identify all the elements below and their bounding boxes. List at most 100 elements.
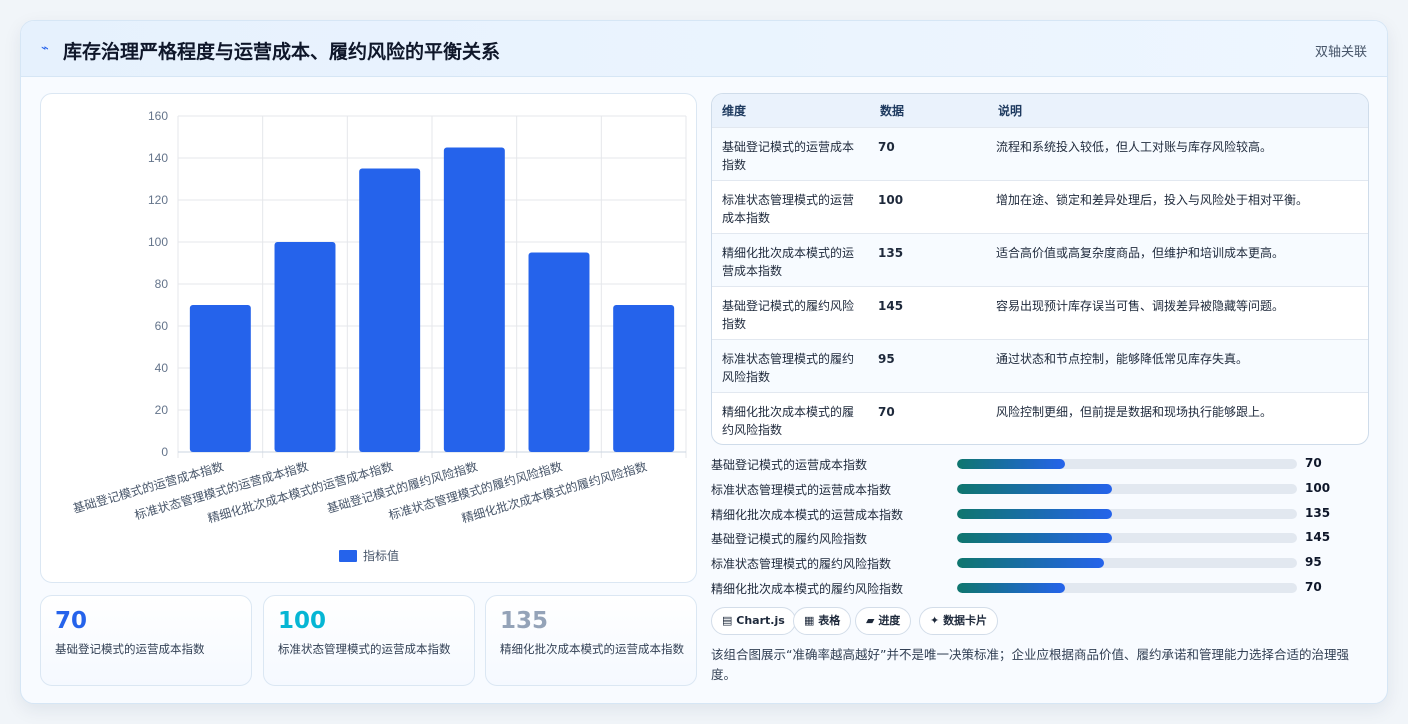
stat-label: 标准状态管理模式的运营成本指数	[278, 642, 451, 656]
progress-label: 基础登记模式的运营成本指数	[711, 458, 868, 472]
header-tag: 双轴关联	[1314, 45, 1367, 60]
trend-icon: ⌁	[41, 41, 49, 56]
progress-value: 100	[1305, 480, 1331, 495]
table-cell: 增加在途、锁定和差异处理后，投入与风险处于相对平衡。	[996, 192, 1309, 207]
table-cell: 标准状态管理模式的履约风险指数	[722, 351, 855, 384]
bar	[359, 168, 421, 452]
stat-card-3: 135 精细化批次成本模式的运营成本指数	[485, 595, 697, 686]
table-cell: 标准状态管理模式的运营成本指数	[722, 192, 855, 225]
progress-label: 标准状态管理模式的履约风险指数	[711, 557, 892, 572]
progress-fill	[957, 558, 1104, 569]
progress-row: 精细化批次成本模式的运营成本指数 135	[711, 503, 1371, 528]
stat-label: 精细化批次成本模式的运营成本指数	[500, 642, 684, 656]
y-tick-label: 140	[148, 151, 168, 165]
progress-value: 95	[1305, 555, 1322, 570]
data-table: 维度 数据 说明 基础登记模式的运营成本指数 70 流程和系统投入较低，但人工对…	[712, 94, 1368, 444]
table-cell: 容易出现预计库存误当可售、调拨差异被隐藏等问题。	[996, 298, 1285, 313]
stat-card-2: 100 标准状态管理模式的运营成本指数	[263, 595, 475, 686]
progress-fill	[957, 533, 1112, 544]
dashboard-card: ⌁ 库存治理严格程度与运营成本、履约风险的平衡关系 双轴关联 0 20 40 60 80…	[20, 20, 1388, 704]
table-cell: 风险控制更细，但前提是数据和现场执行能够跟上。	[996, 404, 1273, 419]
bar	[189, 305, 251, 452]
bar	[443, 147, 505, 452]
summary-note: 该组合图展示“准确率越高越好”并不是唯一决策标准；企业应根据商品价值、履约承诺和…	[711, 647, 1349, 682]
progress-track	[957, 582, 1297, 593]
progress-value: 70	[1305, 579, 1322, 594]
table-cell: 70	[878, 404, 895, 419]
progress-row: 精细化批次成本模式的履约风险指数 70	[711, 577, 1371, 602]
progress-icon: ▰	[866, 614, 875, 627]
table-row: 基础登记模式的运营成本指数 70 流程和系统投入较低，但人工对账与库存风险较高。	[712, 127, 1368, 180]
stat-card-1: 70 基础登记模式的运营成本指数	[40, 595, 252, 686]
chip-chartjs[interactable]: ▤ Chart.js	[711, 607, 796, 635]
progress-fill	[957, 483, 1112, 494]
column-header: 维度	[722, 103, 747, 118]
progress-row: 标准状态管理模式的履约风险指数 95	[711, 552, 1371, 577]
progress-fill	[957, 582, 1066, 593]
legend-label: 指标值	[363, 548, 399, 563]
progress-label: 基础登记模式的履约风险指数	[711, 532, 868, 547]
stat-label: 基础登记模式的运营成本指数	[55, 642, 205, 656]
table-row: 标准状态管理模式的运营成本指数 100 增加在途、锁定和差异处理后，投入与风险处…	[712, 180, 1368, 233]
y-tick-label: 0	[161, 445, 168, 459]
progress-fill	[957, 508, 1112, 519]
progress-value: 70	[1305, 456, 1322, 470]
progress-row: 标准状态管理模式的运营成本指数 100	[711, 478, 1371, 503]
progress-track	[957, 508, 1297, 519]
bar	[528, 252, 590, 452]
y-tick-label: 100	[148, 235, 168, 249]
table-row: 精细化批次成本模式的运营成本指数 135 适合高价值或高复杂度商品，但维护和培训…	[712, 233, 1368, 286]
progress-list: 基础登记模式的运营成本指数 70 标准状态管理模式的运营成本指数 100 精细化…	[711, 453, 1371, 602]
chart-icon: ▤	[722, 614, 733, 627]
table-cell: 流程和系统投入较低，但人工对账与库存风险较高。	[996, 139, 1273, 154]
data-table-panel: 维度 数据 说明 基础登记模式的运营成本指数 70 流程和系统投入较低，但人工对…	[711, 93, 1369, 445]
bar	[274, 242, 336, 452]
progress-track	[957, 459, 1297, 469]
table-header-row: 维度 数据 说明	[712, 94, 1368, 127]
progress-track	[957, 533, 1297, 544]
table-cell: 适合高价值或高复杂度商品，但维护和培训成本更高。	[996, 245, 1285, 260]
bar-chart-panel: 0 20 40 60 80 100 120 140 160 基础登记模式的运营成本指数 标准状态管理…	[40, 93, 697, 583]
table-icon: ▦	[804, 614, 815, 627]
progress-fill	[957, 459, 1066, 469]
progress-label: 精细化批次成本模式的履约风险指数	[711, 581, 904, 596]
progress-track	[957, 558, 1297, 569]
y-tick-label: 80	[155, 277, 169, 291]
y-tick-label: 40	[155, 361, 169, 375]
progress-value: 145	[1305, 530, 1331, 545]
y-tick-label: 60	[155, 319, 169, 333]
table-cell: 精细化批次成本模式的履约风险指数	[722, 404, 855, 437]
chip-data-cards[interactable]: ✦ 数据卡片	[919, 607, 999, 635]
chip-label: 进度	[878, 614, 901, 627]
bar-chart: 020406080100120140160基础登记模式的运营成本指数标准状态管理…	[71, 109, 687, 563]
table-cell: 通过状态和节点控制，能够降低常见库存失真。	[996, 351, 1249, 366]
chip-label: Chart.js	[736, 614, 785, 627]
page-title: 库存治理严格程度与运营成本、履约风险的平衡关系	[63, 41, 501, 63]
column-header: 说明	[998, 103, 1023, 118]
progress-row: 基础登记模式的运营成本指数 70	[711, 453, 1371, 478]
progress-track	[957, 483, 1297, 494]
bar	[613, 305, 675, 452]
y-tick-label: 20	[155, 403, 169, 417]
chip-progress[interactable]: ▰ 进度	[855, 607, 912, 635]
chip-table[interactable]: ▦ 表格	[793, 607, 852, 635]
table-cell: 95	[878, 351, 895, 366]
table-cell: 70	[878, 139, 895, 154]
sparkle-icon: ✦	[930, 614, 940, 627]
stat-value: 100	[278, 608, 327, 634]
table-cell: 精细化批次成本模式的运营成本指数	[722, 245, 855, 278]
stat-value: 70	[55, 608, 88, 634]
card-header: ⌁ 库存治理严格程度与运营成本、履约风险的平衡关系 双轴关联	[21, 21, 1387, 77]
stat-value: 135	[500, 608, 549, 634]
table-cell: 100	[878, 192, 904, 207]
table-cell: 基础登记模式的运营成本指数	[722, 139, 855, 172]
table-cell: 145	[878, 298, 904, 313]
progress-value: 135	[1305, 505, 1331, 520]
table-cell: 135	[878, 245, 904, 260]
column-header: 数据	[880, 103, 905, 118]
table-row: 基础登记模式的履约风险指数 145 容易出现预计库存误当可售、调拨差异被隐藏等问…	[712, 286, 1368, 339]
y-tick-label: 120	[148, 193, 168, 207]
y-tick-label: 160	[148, 109, 168, 123]
progress-row: 基础登记模式的履约风险指数 145	[711, 527, 1371, 552]
table-row: 精细化批次成本模式的履约风险指数 70 风险控制更细，但前提是数据和现场执行能够…	[712, 392, 1368, 444]
